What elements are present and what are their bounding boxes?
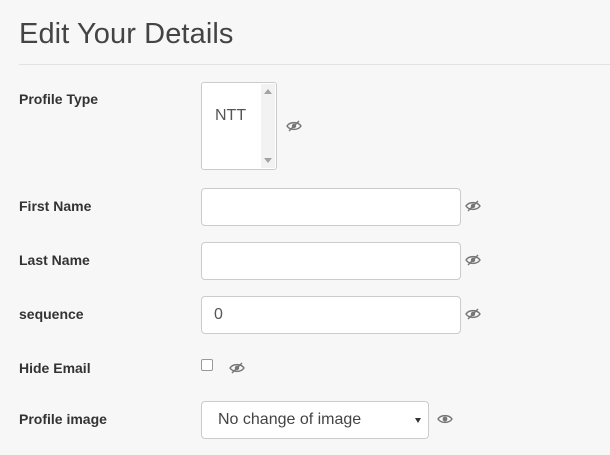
page-title: Edit Your Details xyxy=(19,18,234,50)
edit-details-page: Edit Your Details Profile Type NTT First… xyxy=(0,0,610,455)
eye-slash-icon[interactable] xyxy=(465,308,481,320)
profile-image-select[interactable]: No change of image xyxy=(201,401,429,439)
chevron-down-icon xyxy=(415,418,421,423)
eye-slash-icon[interactable] xyxy=(229,362,245,374)
eye-slash-icon[interactable] xyxy=(465,254,481,266)
scroll-up-arrow-icon[interactable] xyxy=(264,89,272,94)
first-name-label: First Name xyxy=(19,198,92,214)
profile-type-label: Profile Type xyxy=(19,91,99,107)
title-divider xyxy=(19,64,610,65)
profile-image-selected-value: No change of image xyxy=(218,411,362,428)
listbox-scrollbar[interactable] xyxy=(261,84,275,168)
scroll-down-arrow-icon[interactable] xyxy=(264,158,272,163)
first-name-input[interactable] xyxy=(201,188,461,226)
sequence-input[interactable] xyxy=(201,296,461,334)
sequence-label: sequence xyxy=(19,306,84,322)
hide-email-checkbox[interactable] xyxy=(201,359,213,371)
eye-slash-icon[interactable] xyxy=(286,120,302,132)
hide-email-label: Hide Email xyxy=(19,360,91,376)
eye-icon[interactable] xyxy=(437,413,453,425)
profile-type-listbox[interactable]: NTT xyxy=(201,82,277,170)
profile-image-label: Profile image xyxy=(19,411,107,427)
last-name-input[interactable] xyxy=(201,242,461,280)
profile-type-option[interactable]: NTT xyxy=(215,107,246,125)
eye-slash-icon[interactable] xyxy=(465,200,481,212)
last-name-label: Last Name xyxy=(19,252,90,268)
